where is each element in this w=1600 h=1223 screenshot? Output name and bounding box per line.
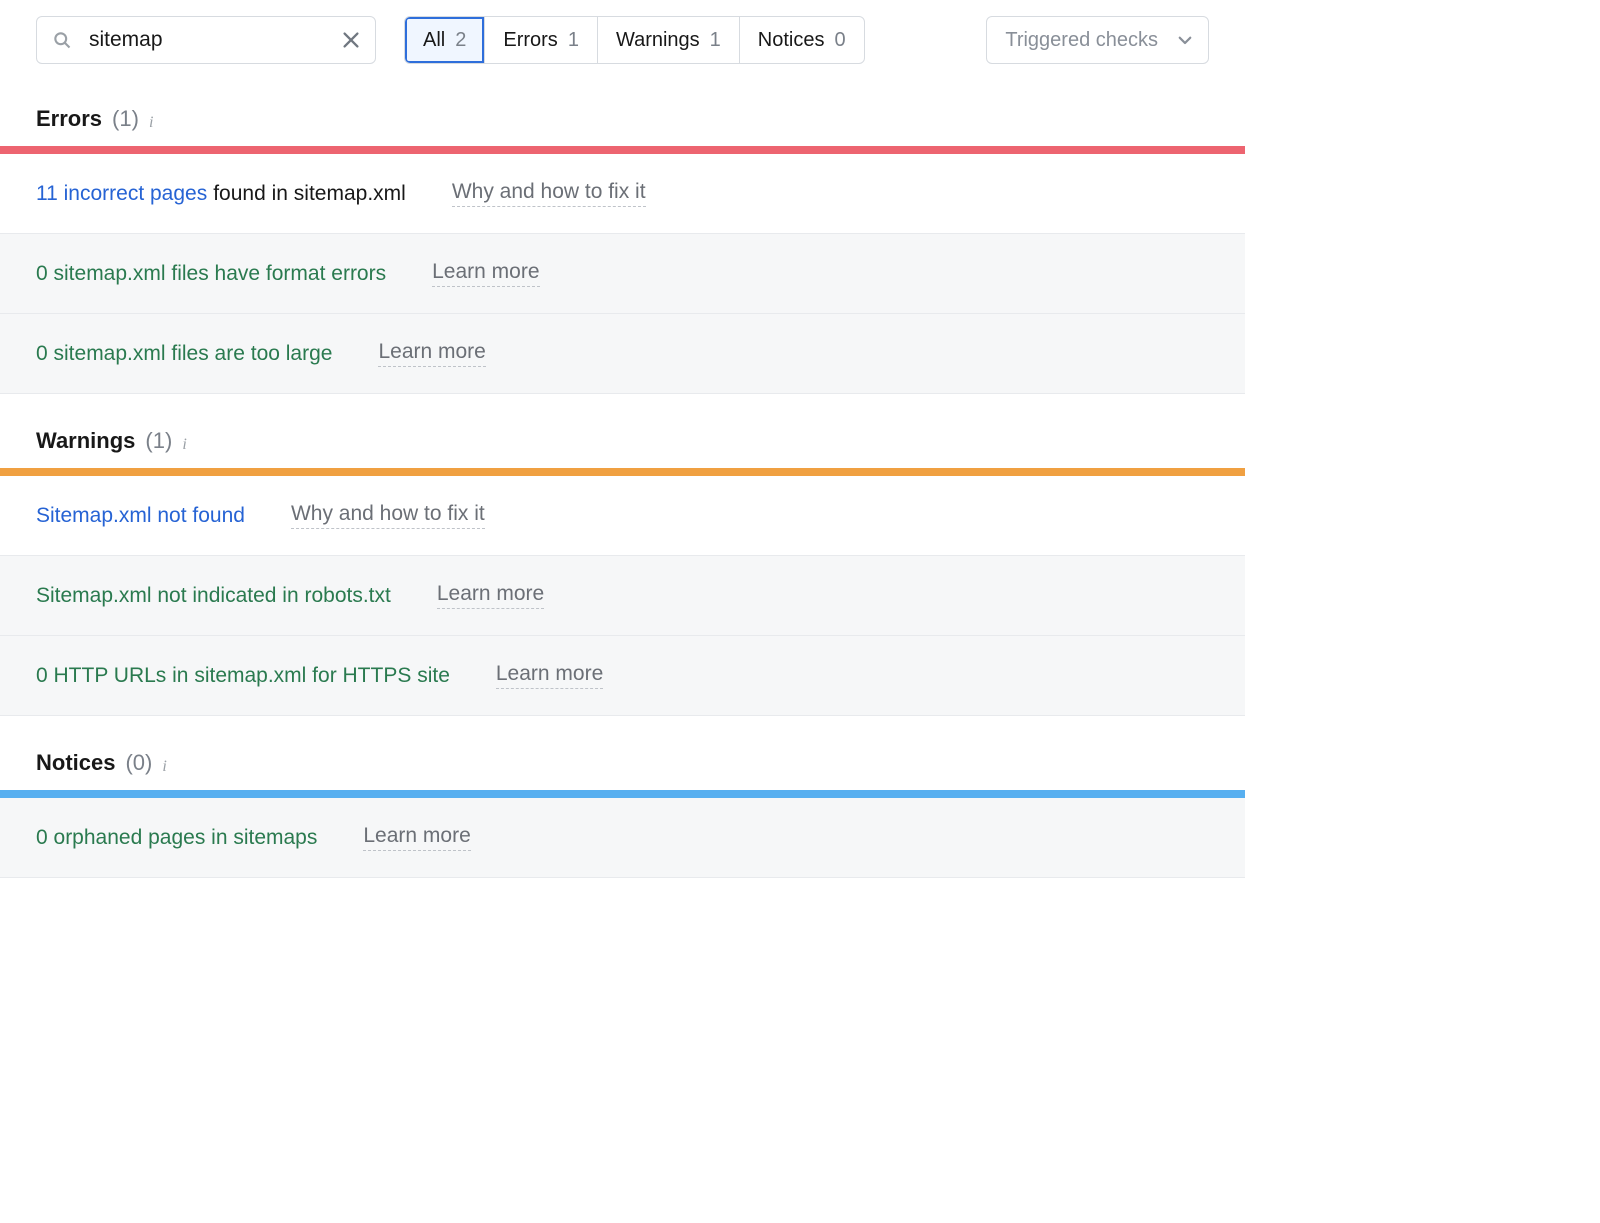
issue-main: 0 orphaned pages in sitemaps — [36, 826, 317, 850]
issue-text: 0 sitemap.xml files have format errors — [36, 262, 386, 286]
issue-row[interactable]: 0 HTTP URLs in sitemap.xml for HTTPS sit… — [0, 636, 1245, 716]
section-header-notices: Notices (0) i — [0, 716, 1245, 790]
triggered-label: Triggered checks — [1005, 29, 1158, 52]
filter-tab-all[interactable]: All 2 — [405, 17, 485, 63]
notices-stripe — [0, 790, 1245, 798]
filter-count: 2 — [455, 29, 466, 52]
filter-label: All — [423, 29, 445, 52]
issue-main: 0 HTTP URLs in sitemap.xml for HTTPS sit… — [36, 664, 450, 688]
section-title: Warnings — [36, 428, 135, 454]
issue-text: Sitemap.xml not indicated in robots.txt — [36, 584, 391, 608]
filter-label: Warnings — [616, 29, 700, 52]
help-link[interactable]: Why and how to fix it — [291, 502, 485, 529]
section-count: (1) — [112, 106, 139, 132]
section-header-warnings: Warnings (1) i — [0, 394, 1245, 468]
filter-tab-errors[interactable]: Errors 1 — [485, 17, 598, 63]
section-title: Errors — [36, 106, 102, 132]
issue-row[interactable]: 11 incorrect pages found in sitemap.xml … — [0, 154, 1245, 234]
section-title: Notices — [36, 750, 115, 776]
filter-count: 0 — [835, 29, 846, 52]
issue-link[interactable]: Sitemap.xml not found — [36, 504, 245, 528]
info-icon[interactable]: i — [162, 759, 178, 775]
search-wrapper — [36, 16, 376, 64]
issue-text: found in sitemap.xml — [213, 182, 406, 206]
filter-label: Notices — [758, 29, 825, 52]
issue-link[interactable]: 11 incorrect pages — [36, 182, 207, 206]
filter-tabs: All 2 Errors 1 Warnings 1 Notices 0 — [404, 16, 865, 64]
help-link[interactable]: Learn more — [363, 824, 470, 851]
chevron-down-icon — [1176, 31, 1194, 49]
warnings-stripe — [0, 468, 1245, 476]
clear-search-icon[interactable] — [340, 29, 362, 51]
issue-main: 11 incorrect pages found in sitemap.xml — [36, 182, 406, 206]
issue-row[interactable]: 0 orphaned pages in sitemaps Learn more — [0, 798, 1245, 878]
issue-row[interactable]: Sitemap.xml not found Why and how to fix… — [0, 476, 1245, 556]
filter-tab-warnings[interactable]: Warnings 1 — [598, 17, 740, 63]
issue-row[interactable]: 0 sitemap.xml files have format errors L… — [0, 234, 1245, 314]
issue-main: Sitemap.xml not indicated in robots.txt — [36, 584, 391, 608]
errors-stripe — [0, 146, 1245, 154]
help-link[interactable]: Learn more — [437, 582, 544, 609]
issue-main: 0 sitemap.xml files are too large — [36, 342, 332, 366]
filter-count: 1 — [568, 29, 579, 52]
search-icon — [52, 30, 72, 50]
filter-label: Errors — [503, 29, 557, 52]
top-filter-bar: All 2 Errors 1 Warnings 1 Notices 0 Trig… — [0, 0, 1245, 72]
issue-text: 0 orphaned pages in sitemaps — [36, 826, 317, 850]
info-icon[interactable]: i — [149, 115, 165, 131]
help-link[interactable]: Learn more — [378, 340, 485, 367]
issue-text: 0 sitemap.xml files are too large — [36, 342, 332, 366]
issue-row[interactable]: Sitemap.xml not indicated in robots.txt … — [0, 556, 1245, 636]
triggered-checks-dropdown[interactable]: Triggered checks — [986, 16, 1209, 64]
issue-text: 0 HTTP URLs in sitemap.xml for HTTPS sit… — [36, 664, 450, 688]
help-link[interactable]: Why and how to fix it — [452, 180, 646, 207]
section-header-errors: Errors (1) i — [0, 72, 1245, 146]
help-link[interactable]: Learn more — [496, 662, 603, 689]
help-link[interactable]: Learn more — [432, 260, 539, 287]
issue-row[interactable]: 0 sitemap.xml files are too large Learn … — [0, 314, 1245, 394]
section-count: (1) — [145, 428, 172, 454]
filter-tab-notices[interactable]: Notices 0 — [740, 17, 864, 63]
filter-count: 1 — [710, 29, 721, 52]
issue-main: Sitemap.xml not found — [36, 504, 245, 528]
info-icon[interactable]: i — [182, 437, 198, 453]
search-input[interactable] — [36, 16, 376, 64]
section-count: (0) — [125, 750, 152, 776]
issue-main: 0 sitemap.xml files have format errors — [36, 262, 386, 286]
